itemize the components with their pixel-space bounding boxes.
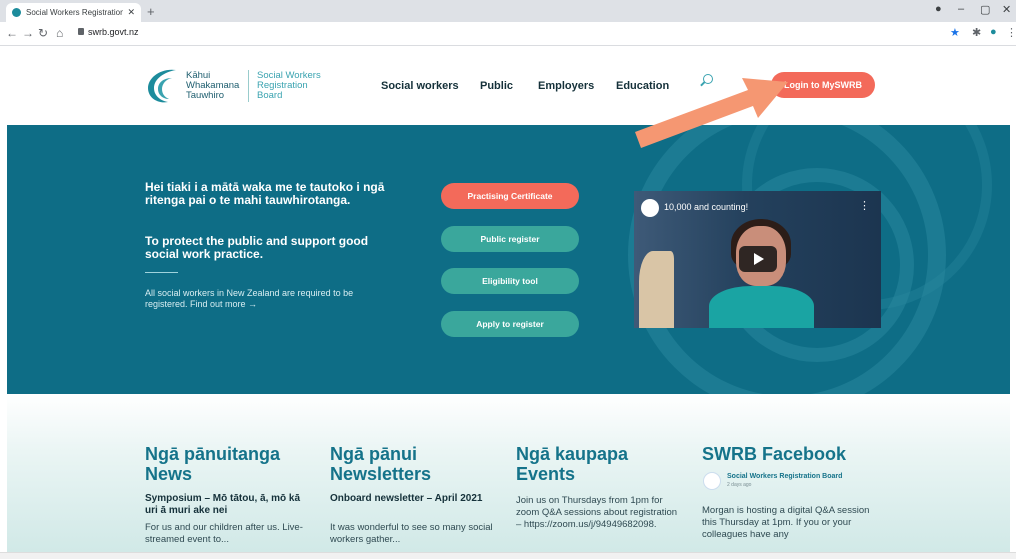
hero-maori-heading: Hei tiaki i a mātā waka me te tautoko i …	[145, 180, 385, 207]
channel-logo-icon[interactable]	[641, 199, 659, 217]
practising-certificate-button[interactable]: Practising Certificate	[441, 183, 579, 209]
eligibility-tool-button[interactable]: Eligibility tool	[441, 268, 579, 294]
profile-icon[interactable]: ●	[935, 3, 942, 15]
newsletter-item-body: It was wonderful to see so many social w…	[330, 522, 493, 545]
heading-line: Ngā kaupapa	[516, 444, 629, 464]
facebook-page-name[interactable]: Social Workers Registration Board	[727, 473, 842, 480]
close-window-icon[interactable]: ✕	[1002, 3, 1011, 16]
video-title[interactable]: 10,000 and counting!	[664, 202, 748, 212]
heading-line: News	[145, 464, 193, 484]
heading-line: Ngā pānuitanga	[145, 444, 281, 464]
logo-maori-line: Tauwhiro	[186, 90, 225, 101]
logo-english-text: Social Workers Registration Board	[257, 71, 321, 101]
hero-body-link[interactable]: All social workers in New Zealand are re…	[145, 288, 395, 310]
close-tab-icon[interactable]: ✕	[127, 7, 135, 18]
carving-image	[639, 251, 674, 328]
forward-icon[interactable]: →	[22, 26, 34, 40]
nav-public[interactable]: Public	[480, 80, 513, 92]
apply-to-register-button[interactable]: Apply to register	[441, 311, 579, 337]
logo-maori-text: Kāhui Whakamana Tauwhiro	[186, 71, 239, 101]
news-item-title[interactable]: Symposium – Mō tātou, ā, mō kā uri ā mur…	[145, 493, 310, 517]
newsletter-item-title[interactable]: Onboard newsletter – April 2021	[330, 493, 490, 505]
annotation-arrow-icon	[635, 78, 788, 148]
video-menu-icon[interactable]: ⋮	[859, 199, 870, 212]
video-player[interactable]: 10,000 and counting! ⋮	[634, 191, 881, 328]
swrb-logo-icon[interactable]	[146, 66, 178, 106]
news-item-body: For us and our children after us. Live-s…	[145, 522, 303, 545]
heading-line: Ngā pānui	[330, 444, 418, 464]
newsletters-heading: Ngā pānui Newsletters	[330, 444, 431, 484]
events-heading: Ngā kaupapa Events	[516, 444, 628, 484]
minimize-icon[interactable]: –	[958, 3, 964, 15]
heading-line: Events	[516, 464, 576, 484]
horizontal-scrollbar[interactable]	[0, 552, 1016, 559]
extension-swrb-icon[interactable]: ●	[990, 26, 997, 38]
hero-english-heading: To protect the public and support good s…	[145, 234, 369, 261]
url-field[interactable]: swrb.govt.nz	[88, 27, 139, 37]
bookmark-star-icon[interactable]: ★	[950, 26, 960, 39]
tab-title: Social Workers Registration Boar	[26, 8, 124, 17]
nav-social-workers[interactable]: Social workers	[381, 80, 459, 92]
browser-tab[interactable]: Social Workers Registration Boar ✕	[6, 3, 141, 22]
public-register-button[interactable]: Public register	[441, 226, 579, 252]
back-icon[interactable]: ←	[6, 26, 18, 40]
browser-tab-bar: Social Workers Registration Boar ✕ + ● –…	[0, 0, 1016, 22]
new-tab-icon[interactable]: +	[147, 4, 155, 19]
facebook-post-time: 2 days ago	[727, 482, 752, 488]
site-favicon-icon	[12, 8, 21, 17]
nav-employers[interactable]: Employers	[538, 80, 594, 92]
logo-english-line: Board	[257, 90, 283, 101]
logo-divider	[248, 70, 249, 102]
extensions-icon[interactable]: ✱	[972, 26, 981, 39]
hero-divider	[145, 272, 178, 273]
events-body: Join us on Thursdays from 1pm for zoom Q…	[516, 495, 678, 530]
address-bar: ← → ↻ ⌂ swrb.govt.nz ★ ✱ ● ⋮	[0, 22, 1016, 46]
home-icon[interactable]: ⌂	[56, 26, 63, 40]
play-icon[interactable]	[754, 253, 764, 265]
facebook-post-body: Morgan is hosting a digital Q&A session …	[702, 505, 870, 540]
facebook-heading: SWRB Facebook	[702, 444, 847, 464]
browser-menu-icon[interactable]: ⋮	[1006, 26, 1016, 39]
reload-icon[interactable]: ↻	[38, 26, 48, 40]
maximize-icon[interactable]: ▢	[980, 3, 990, 16]
news-heading: Ngā pānuitanga News	[145, 444, 280, 484]
facebook-page-logo-icon[interactable]	[703, 472, 721, 490]
lock-icon	[78, 28, 84, 35]
heading-line: Newsletters	[330, 464, 432, 484]
